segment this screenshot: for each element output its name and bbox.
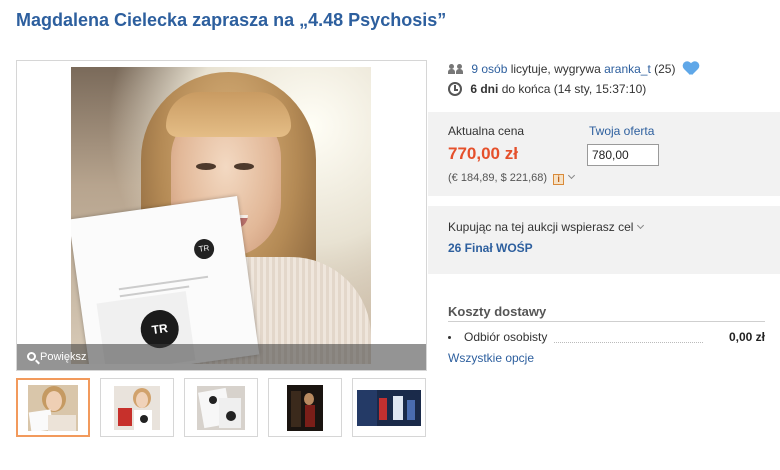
your-offer-label: Twoja oferta: [589, 124, 655, 138]
thumbnail-image: [197, 385, 245, 430]
chevron-down-icon[interactable]: [568, 171, 576, 180]
dotted-leader: [554, 342, 703, 343]
zoom-button[interactable]: Powiększ: [17, 344, 426, 370]
chevron-down-icon[interactable]: [637, 221, 645, 230]
thumbnail-2[interactable]: [100, 378, 174, 437]
thumbnail-1[interactable]: [16, 378, 90, 437]
winner-link[interactable]: aranka_t: [604, 62, 651, 76]
thumbnail-image: [28, 384, 78, 431]
bidders-link[interactable]: 9 osób: [471, 62, 507, 76]
offer-input[interactable]: [587, 144, 659, 166]
price-box: Aktualna cena 770,00 zł (€ 184,89, $ 221…: [428, 112, 780, 196]
thumbnail-strip: [16, 378, 428, 438]
shipping-option-name: Odbiór osobisty: [464, 330, 548, 344]
bullet-icon: [448, 336, 451, 339]
main-photo[interactable]: TR TR: [71, 67, 371, 364]
current-price-label: Aktualna cena: [448, 124, 525, 138]
bidders-text: licytuje, wygrywa: [510, 62, 601, 76]
thumbnail-image: [357, 389, 421, 426]
zoom-label: Powiększ: [40, 351, 87, 363]
info-icon[interactable]: i: [553, 174, 565, 185]
shipping-option-cost: 0,00 zł: [728, 330, 765, 344]
charity-box: Kupując na tej aukcji wspierasz cel 26 F…: [428, 206, 780, 274]
shipping-option: Odbiór osobisty 0,00 zł: [448, 330, 765, 346]
charity-link[interactable]: 26 Finał WOŚP: [448, 241, 533, 255]
winner-score: (25): [654, 62, 676, 76]
charity-label[interactable]: Kupując na tej aukcji wspierasz cel: [448, 220, 645, 234]
main-photo-gallery[interactable]: TR TR Powiększ: [16, 60, 427, 371]
charity-label-text: Kupując na tej aukcji wspierasz cel: [448, 220, 634, 234]
thumbnail-4[interactable]: [268, 378, 342, 437]
all-shipping-options-link[interactable]: Wszystkie opcje: [448, 351, 534, 365]
converted-price: (€ 184,89, $ 221,68) i: [448, 171, 576, 185]
thumbnail-image: [114, 385, 160, 430]
heart-icon: [683, 62, 699, 76]
thumbnail-image: [287, 384, 323, 431]
current-price: 770,00 zł: [448, 144, 518, 163]
magnifier-icon: [27, 352, 36, 361]
clock-icon: [448, 82, 462, 96]
tr-logo-icon: TR: [192, 237, 216, 261]
thumbnail-3[interactable]: [184, 378, 258, 437]
people-icon: [448, 64, 464, 74]
time-left-row: 6 dni do końca (14 sty, 15:37:10): [448, 82, 646, 100]
time-left: 6 dni: [470, 82, 499, 96]
thumbnail-5[interactable]: [352, 378, 426, 437]
converted-price-text: (€ 184,89, $ 221,68): [448, 172, 548, 184]
bidders-row: 9 osób licytuje, wygrywa aranka_t (25): [448, 62, 699, 78]
auction-title: Magdalena Cielecka zaprasza na „4.48 Psy…: [16, 10, 447, 30]
shipping-divider: [448, 321, 765, 322]
time-text: do końca (14 sty, 15:37:10): [501, 82, 647, 96]
shipping-title: Koszty dostawy: [448, 304, 547, 319]
